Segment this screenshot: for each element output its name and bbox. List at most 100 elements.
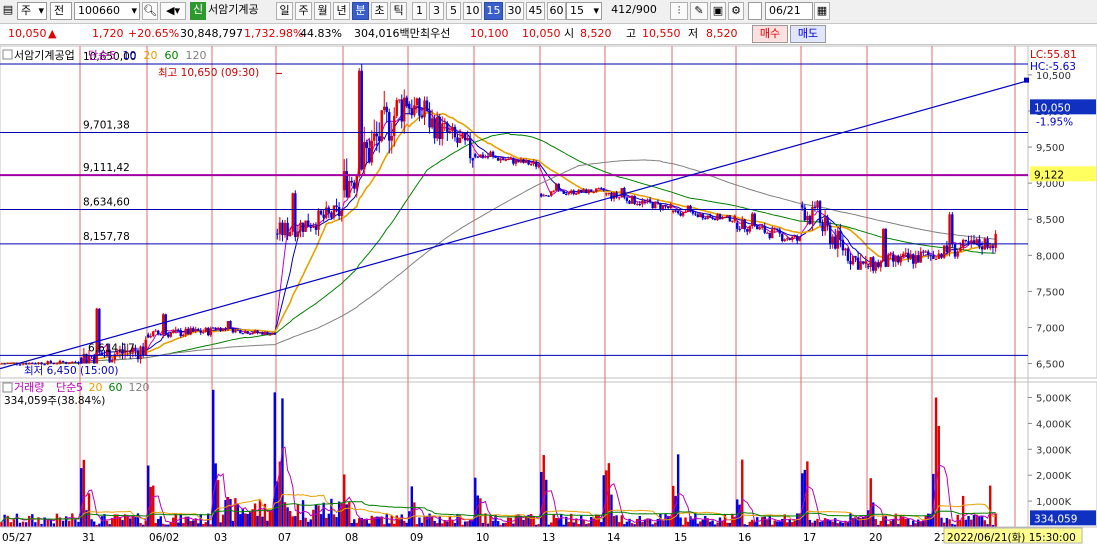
volume-bar [731, 513, 734, 527]
candle-body [633, 195, 636, 204]
candle-body [897, 255, 900, 263]
candle-body [630, 195, 634, 204]
volume-bar [446, 521, 449, 527]
candle-body [529, 164, 533, 166]
interval-button-60[interactable]: 60 [547, 2, 566, 20]
gear-icon[interactable]: ⚙ [728, 2, 744, 20]
candle-body [924, 251, 927, 253]
candle-body [458, 138, 462, 143]
candle-body [748, 226, 751, 232]
volume-bar [818, 521, 822, 527]
interval-button-15[interactable]: 15 [484, 2, 503, 20]
candle-body [612, 192, 616, 199]
sell-button[interactable]: 매도 [790, 25, 826, 43]
candle-body [708, 215, 712, 218]
period-button-2[interactable]: 월 [314, 2, 331, 20]
price-legend-item: 5 [109, 49, 116, 62]
candle-body [278, 222, 282, 235]
interval-button-3[interactable]: 3 [429, 2, 444, 20]
date-checkbox[interactable] [748, 2, 762, 20]
candle-body [489, 151, 492, 157]
candle-body [164, 314, 167, 335]
date-input[interactable]: 06/21 [765, 2, 813, 20]
candle-body [368, 148, 371, 163]
candle-body [636, 203, 639, 205]
candle-body [214, 327, 217, 330]
stock-chart[interactable]: 10,50010,0009,5009,0008,5008,0007,5007,0… [0, 45, 1097, 544]
period-button-5[interactable]: 초 [371, 2, 388, 20]
candle-body [527, 160, 530, 165]
save-icon[interactable]: ▣ [710, 2, 726, 20]
volume-bar [907, 518, 910, 527]
level-label: 8,634,60 [83, 197, 130, 209]
volume-bar [0, 522, 3, 527]
volume-bar [121, 520, 124, 527]
candle-body [430, 118, 434, 128]
candle-body [425, 100, 429, 112]
volume-bar [756, 517, 759, 527]
candle-body [358, 70, 361, 177]
candle-body [340, 210, 343, 216]
panel-menu-icon[interactable] [2, 382, 13, 393]
volume-bar [28, 515, 31, 527]
candle-body [271, 333, 274, 335]
volume-bar [182, 523, 185, 527]
candle-body [172, 331, 175, 333]
volume-bar [189, 521, 192, 527]
volume-bar [408, 511, 411, 527]
volume-bar [283, 502, 287, 527]
type-combo[interactable]: 전 [50, 2, 72, 20]
interval-button-10[interactable]: 10 [463, 2, 482, 20]
volume-bar [555, 518, 558, 527]
volume-bar [924, 515, 927, 527]
candle-body [902, 253, 905, 258]
candle-body [390, 135, 393, 141]
candle-body [507, 159, 510, 161]
volume-bar [291, 516, 294, 527]
lc-label: LC:55.81 [1030, 49, 1077, 61]
buy-button[interactable]: 매수 [752, 25, 788, 43]
interval-button-30[interactable]: 30 [505, 2, 524, 20]
search-icon[interactable]: 🔍︎ [142, 2, 158, 20]
menu-icon[interactable]: ▤ [1, 2, 15, 20]
volume-bar [560, 514, 563, 527]
candle-body [940, 253, 943, 258]
speaker-icon[interactable]: ◀▾ [160, 2, 186, 20]
candle-settings-icon[interactable]: ⫶ [670, 2, 688, 20]
market-combo[interactable]: 주 ▾ [17, 2, 47, 20]
tools-icon[interactable]: ✎ [690, 2, 708, 20]
volume-bar [524, 516, 528, 527]
volume-bar [791, 522, 794, 527]
period-button-1[interactable]: 주 [295, 2, 312, 20]
candle-body [723, 216, 727, 218]
period-button-3[interactable]: 년 [333, 2, 350, 20]
volume-bar [82, 459, 86, 527]
candle-body [378, 136, 381, 142]
candle-body [226, 320, 230, 330]
volume-bar [476, 495, 480, 527]
volume-bar [281, 398, 284, 527]
code-input[interactable]: 100660 ▾ [74, 2, 140, 20]
candle-body [463, 133, 467, 141]
interval-button-5[interactable]: 5 [446, 2, 461, 20]
candle-body [481, 154, 485, 158]
candle-body [136, 350, 140, 360]
volume-bar [959, 520, 962, 527]
volume-bar [716, 522, 719, 527]
custom-interval-input[interactable]: 15 ▾ [566, 2, 602, 20]
trend-handle[interactable] [1024, 77, 1029, 83]
volume-bar [309, 519, 312, 527]
volume-bar [52, 523, 56, 527]
interval-button-1[interactable]: 1 [412, 2, 427, 20]
period-button-4[interactable]: 분 [352, 2, 369, 20]
candle-body [61, 360, 65, 363]
priority-label: 최우선 [420, 27, 451, 40]
candle-body [373, 133, 376, 141]
period-button-6[interactable]: 틱 [390, 2, 407, 20]
interval-button-45[interactable]: 45 [526, 2, 545, 20]
volume-bar [967, 515, 970, 527]
period-button-0[interactable]: 일 [276, 2, 293, 20]
calendar-icon[interactable]: ▦ [814, 2, 830, 20]
panel-menu-icon[interactable] [2, 49, 13, 60]
volume-bar [335, 517, 338, 527]
